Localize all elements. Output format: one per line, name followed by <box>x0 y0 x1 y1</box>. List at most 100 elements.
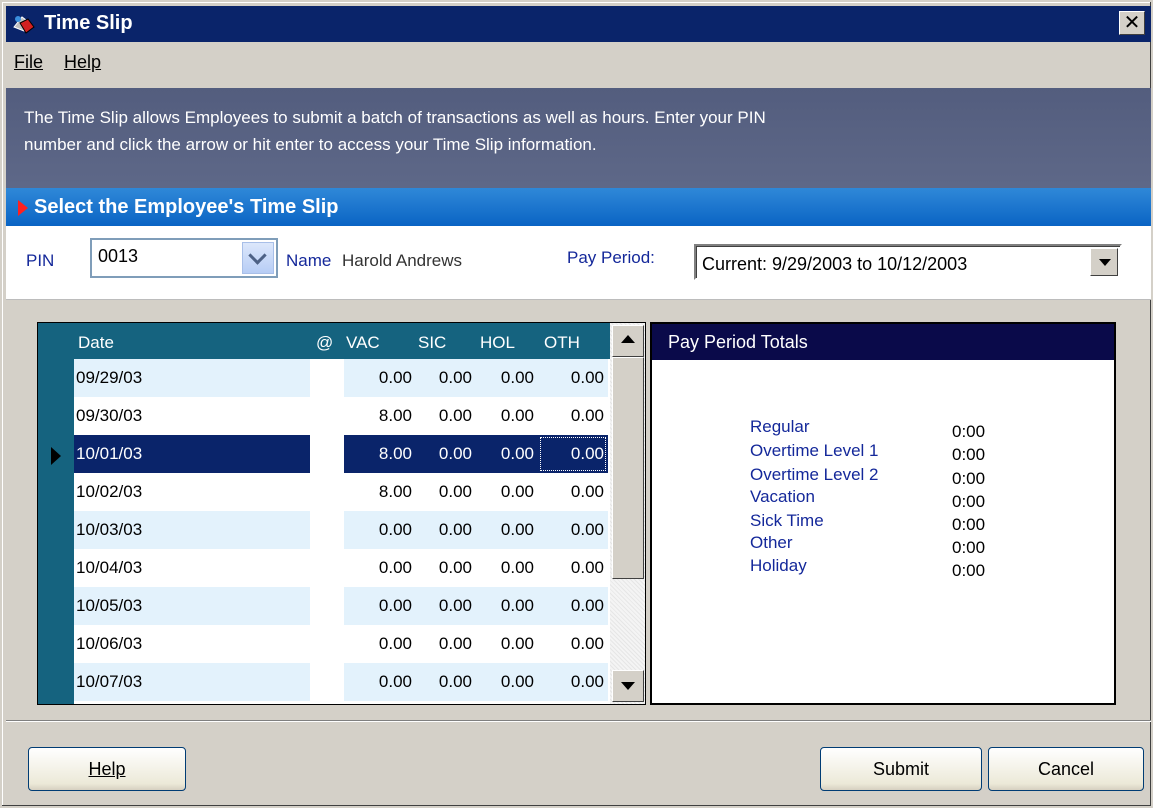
cell-hol[interactable]: 0.00 <box>476 473 538 511</box>
cell-date[interactable]: 09/30/03 <box>74 397 310 435</box>
pin-combobox[interactable]: 0013 <box>90 238 278 278</box>
column-header-hol[interactable]: HOL <box>480 333 515 353</box>
cell-sic[interactable]: 0.00 <box>416 359 476 397</box>
table-row[interactable]: 09/30/03 8.00 0.00 0.00 0.00 <box>74 397 610 435</box>
pin-label: PIN <box>26 251 55 270</box>
cell-date[interactable]: 10/06/03 <box>74 625 310 663</box>
cell-vac[interactable]: 0.00 <box>344 511 416 549</box>
pay-period-select[interactable]: Current: 9/29/2003 to 10/12/2003 <box>694 244 1122 280</box>
total-value-vacation: 0:00 <box>952 492 986 511</box>
cell-oth[interactable]: 0.00 <box>538 663 608 701</box>
column-header-date[interactable]: Date <box>78 333 114 353</box>
cell-oth[interactable]: 0.00 <box>538 587 608 625</box>
cell-oth[interactable]: 0.00 <box>538 625 608 663</box>
column-header-sic[interactable]: SIC <box>418 333 446 353</box>
table-row[interactable]: 10/07/03 0.00 0.00 0.00 0.00 <box>74 663 610 701</box>
current-row-pointer-icon <box>51 447 61 465</box>
scroll-thumb[interactable] <box>612 357 644 579</box>
grid-vertical-scrollbar[interactable] <box>610 323 645 704</box>
info-line-1: The Time Slip allows Employees to submit… <box>24 108 766 127</box>
column-header-at[interactable]: @ <box>316 333 333 353</box>
cell-date[interactable]: 09/29/03 <box>74 359 310 397</box>
cell-vac[interactable]: 8.00 <box>344 473 416 511</box>
cell-vac[interactable]: 0.00 <box>344 587 416 625</box>
table-row[interactable]: 10/06/03 0.00 0.00 0.00 0.00 <box>74 625 610 663</box>
close-button[interactable]: ✕ <box>1119 11 1145 35</box>
cell-oth[interactable]: 0.00 <box>538 359 608 397</box>
total-label-vacation: Vacation <box>750 487 815 506</box>
cell-sic[interactable]: 0.00 <box>416 549 476 587</box>
total-label-regular: Regular <box>750 417 810 436</box>
menu-file[interactable]: File <box>12 50 45 75</box>
column-header-oth[interactable]: OTH <box>544 333 580 353</box>
pin-input[interactable]: 0013 <box>98 246 138 267</box>
table-row[interactable]: 09/29/03 0.00 0.00 0.00 0.00 <box>74 359 610 397</box>
help-button-label: Help <box>88 759 126 779</box>
cell-sic[interactable]: 0.00 <box>416 625 476 663</box>
cell-sic[interactable]: 0.00 <box>416 511 476 549</box>
pay-period-label: Pay Period: <box>567 248 655 267</box>
menu-help[interactable]: Help <box>62 50 103 75</box>
cell-vac[interactable]: 8.00 <box>344 435 416 473</box>
pin-dropdown-button[interactable] <box>242 242 274 274</box>
time-slip-window: Time Slip ✕ File Help The Time Slip allo… <box>0 0 1153 808</box>
cell-date[interactable]: 10/05/03 <box>74 587 310 625</box>
total-value-holiday: 0:00 <box>952 561 986 580</box>
pay-period-value: Current: 9/29/2003 to 10/12/2003 <box>702 254 968 274</box>
cell-hol[interactable]: 0.00 <box>476 549 538 587</box>
section-title: Select the Employee's Time Slip <box>34 196 339 218</box>
cell-vac[interactable]: 0.00 <box>344 359 416 397</box>
total-label-overtime-1: Overtime Level 1 <box>750 441 879 460</box>
cell-sic[interactable]: 0.00 <box>416 473 476 511</box>
section-arrow-icon <box>18 200 28 216</box>
scroll-down-button[interactable] <box>612 670 644 702</box>
info-line-2: number and click the arrow or hit enter … <box>24 135 597 154</box>
cell-hol[interactable]: 0.00 <box>476 397 538 435</box>
total-label-overtime-2: Overtime Level 2 <box>750 465 879 484</box>
employee-controls: PIN 0013 Name Harold Andrews Pay Period:… <box>6 226 1151 300</box>
cell-hol[interactable]: 0.00 <box>476 511 538 549</box>
cell-date[interactable]: 10/03/03 <box>74 511 310 549</box>
time-slip-grid[interactable]: Date @ VAC SIC HOL OTH 09/29/03 0.00 0.0… <box>37 322 646 705</box>
cell-hol[interactable]: 0.00 <box>476 663 538 701</box>
cell-sic[interactable]: 0.00 <box>416 663 476 701</box>
cell-oth[interactable]: 0.00 <box>538 397 608 435</box>
cell-vac[interactable]: 8.00 <box>344 397 416 435</box>
cell-oth[interactable]: 0.00 <box>538 549 608 587</box>
table-row[interactable]: 10/04/03 0.00 0.00 0.00 0.00 <box>74 549 610 587</box>
cell-vac[interactable]: 0.00 <box>344 663 416 701</box>
total-value-regular: 0:00 <box>952 422 986 441</box>
submit-button[interactable]: Submit <box>820 747 982 791</box>
help-button[interactable]: Help <box>28 747 186 791</box>
cell-oth[interactable]: 0.00 <box>538 435 608 473</box>
info-banner: The Time Slip allows Employees to submit… <box>6 88 1151 188</box>
cell-sic[interactable]: 0.00 <box>416 587 476 625</box>
cell-date[interactable]: 10/02/03 <box>74 473 310 511</box>
cell-sic[interactable]: 0.00 <box>416 397 476 435</box>
cell-date[interactable]: 10/01/03 <box>74 435 310 473</box>
cell-date[interactable]: 10/04/03 <box>74 549 310 587</box>
cancel-button[interactable]: Cancel <box>988 747 1144 791</box>
name-label: Name <box>286 251 332 270</box>
cell-oth[interactable]: 0.00 <box>538 511 608 549</box>
cell-vac[interactable]: 0.00 <box>344 549 416 587</box>
cell-hol[interactable]: 0.00 <box>476 359 538 397</box>
pay-period-dropdown-button[interactable] <box>1090 248 1118 276</box>
cell-hol[interactable]: 0.00 <box>476 625 538 663</box>
table-row-selected[interactable]: 10/01/03 8.00 0.00 0.00 0.00 <box>74 435 610 473</box>
table-row[interactable]: 10/03/03 0.00 0.00 0.00 0.00 <box>74 511 610 549</box>
menu-bar: File Help <box>6 50 109 80</box>
window-title: Time Slip <box>44 12 133 34</box>
cell-sic[interactable]: 0.00 <box>416 435 476 473</box>
totals-header: Pay Period Totals <box>652 324 1114 360</box>
table-row[interactable]: 10/05/03 0.00 0.00 0.00 0.00 <box>74 587 610 625</box>
cell-hol[interactable]: 0.00 <box>476 587 538 625</box>
table-row[interactable]: 10/02/03 8.00 0.00 0.00 0.00 <box>74 473 610 511</box>
cell-date[interactable]: 10/07/03 <box>74 663 310 701</box>
cell-vac[interactable]: 0.00 <box>344 625 416 663</box>
cell-hol[interactable]: 0.00 <box>476 435 538 473</box>
column-header-vac[interactable]: VAC <box>346 333 380 353</box>
scroll-up-button[interactable] <box>612 325 644 357</box>
total-label-holiday: Holiday <box>750 556 807 575</box>
cell-oth[interactable]: 0.00 <box>538 473 608 511</box>
